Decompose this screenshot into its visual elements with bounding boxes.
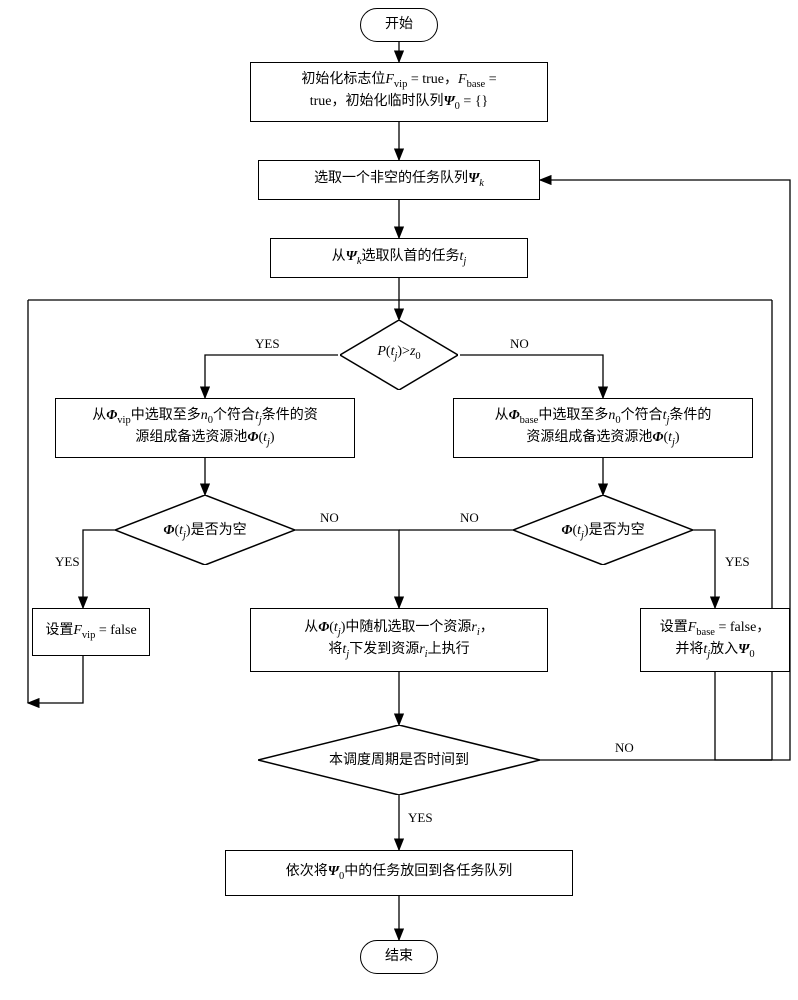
start-label: 开始: [385, 15, 413, 35]
node-time-up: 本调度周期是否时间到: [258, 725, 540, 795]
label-no-1: NO: [510, 336, 529, 352]
node-init: 初始化标志位Fvip = true，Fbase = true，初始化临时队列Ψ0…: [250, 62, 548, 122]
node-end: 结束: [360, 940, 438, 974]
label-yes-3: YES: [725, 554, 750, 570]
node-check-priority: P(tj)>z0: [340, 320, 458, 390]
node-vip-empty: Φ(tj)是否为空: [115, 495, 295, 565]
node-select-vip: 从Φvip中选取至多n0个符合tj条件的资 源组成备选资源池Φ(tj): [55, 398, 355, 458]
label-yes-2: YES: [55, 554, 80, 570]
node-base-empty: Φ(tj)是否为空: [513, 495, 693, 565]
label-yes-1: YES: [255, 336, 280, 352]
label-no-2: NO: [320, 510, 339, 526]
node-select-queue: 选取一个非空的任务队列Ψk: [258, 160, 540, 200]
node-dispatch: 从Φ(tj)中随机选取一个资源ri， 将tj下发到资源ri上执行: [250, 608, 548, 672]
node-set-base-false: 设置Fbase = false， 并将tj放入Ψ0: [640, 608, 790, 672]
node-start: 开始: [360, 8, 438, 42]
node-select-base: 从Φbase中选取至多n0个符合tj条件的 资源组成备选资源池Φ(tj): [453, 398, 753, 458]
node-select-task: 从Ψk选取队首的任务tj: [270, 238, 528, 278]
label-yes-4: YES: [408, 810, 433, 826]
label-no-3: NO: [460, 510, 479, 526]
end-label: 结束: [385, 947, 413, 967]
node-set-vip-false: 设置Fvip = false: [32, 608, 150, 656]
label-no-4: NO: [615, 740, 634, 756]
node-restore: 依次将Ψ0中的任务放回到各任务队列: [225, 850, 573, 896]
